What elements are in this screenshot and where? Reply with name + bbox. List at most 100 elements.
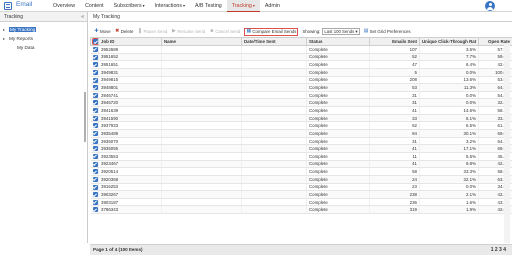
- table-row[interactable]: 3949831Complete50.0%100.0%: [91, 68, 512, 76]
- cancel-send-button[interactable]: ■Cancel Send: [209, 29, 240, 34]
- emails-sent-cell: 58: [370, 168, 420, 176]
- table-row[interactable]: 3941590Complete336.1%33.3%: [91, 114, 512, 122]
- table-row[interactable]: 3937933Complete626.5%61.3%: [91, 122, 512, 130]
- row-checkbox[interactable]: [91, 206, 99, 214]
- nav-item-admin[interactable]: Admin: [260, 0, 285, 12]
- row-checkbox[interactable]: [91, 68, 99, 76]
- col-status[interactable]: Status: [307, 38, 370, 46]
- pause-send-button[interactable]: ❚Pause Send: [137, 29, 167, 34]
- row-checkbox[interactable]: [91, 198, 99, 206]
- folder-tree: ▸My Tracking▸My ReportsMy Data: [0, 22, 87, 52]
- table-row[interactable]: 3903187Complete2361.6%43.2%: [91, 198, 512, 206]
- table-row[interactable]: 3951651Complete476.4%42.6%: [91, 61, 512, 69]
- col-job-id[interactable]: Job ID: [99, 38, 162, 46]
- row-checkbox[interactable]: [91, 61, 99, 69]
- row-checkbox[interactable]: [91, 137, 99, 145]
- delete-button[interactable]: ✖Delete: [115, 29, 134, 34]
- datetime-cell: [242, 137, 307, 145]
- emails-sent-cell: 52: [370, 53, 420, 61]
- table-scrollbar[interactable]: [504, 45, 510, 243]
- checkbox-icon: [93, 108, 98, 113]
- table-row[interactable]: 3952689Complete1073.6%57.9%: [91, 46, 512, 54]
- table-row[interactable]: 3951652Complete527.7%59.6%: [91, 53, 512, 61]
- row-checkbox[interactable]: [91, 91, 99, 99]
- table-row[interactable]: 3786343Complete3191.9%42.6%: [91, 206, 512, 214]
- table-row[interactable]: 3946720Complete310.0%32.3%: [91, 99, 512, 107]
- set-grid-preferences-button[interactable]: ▤Set Grid Preferences: [364, 29, 411, 34]
- table-row[interactable]: 3935055Complete4117.1%69.9%: [91, 145, 512, 153]
- nav-item-tracking[interactable]: Tracking▾: [227, 0, 260, 12]
- col-emails-sent[interactable]: Emails Sent: [370, 38, 420, 46]
- emails-sent-cell: 107: [370, 46, 420, 54]
- select-all-checkbox[interactable]: [91, 38, 99, 46]
- table-row[interactable]: 3935070Complete313.2%64.5%: [91, 137, 512, 145]
- table-row[interactable]: 3923553Complete115.5%45.4%: [91, 152, 512, 160]
- name-cell: [162, 61, 242, 69]
- tree-item-my-data[interactable]: My Data: [3, 43, 87, 52]
- nav-item-interactions[interactable]: Interactions▾: [150, 0, 190, 12]
- row-checkbox[interactable]: [91, 76, 99, 84]
- tree-item-my-tracking[interactable]: ▸My Tracking: [3, 25, 87, 34]
- table-row[interactable]: 3946741Complete310.0%54.8%: [91, 91, 512, 99]
- row-checkbox[interactable]: [91, 46, 99, 54]
- collapse-icon[interactable]: «: [81, 12, 84, 22]
- row-checkbox[interactable]: [91, 122, 99, 130]
- table-row[interactable]: 3948801Complete5311.3%64.5%: [91, 84, 512, 92]
- status-cell: Complete: [307, 168, 370, 176]
- table-row[interactable]: 3949815Complete20813.6%53.9%: [91, 76, 512, 84]
- checkbox-icon: [93, 177, 98, 182]
- checkbox-icon: [93, 131, 98, 136]
- job-id-cell: 3946720: [99, 99, 162, 107]
- compare-email-sends-button[interactable]: ▦Compare Email Sends: [244, 28, 298, 36]
- top-navigation-bar: Email OverviewContentSubscribers▾Interac…: [0, 0, 512, 12]
- datetime-cell: [242, 183, 307, 191]
- checkbox-icon: [93, 192, 98, 197]
- row-checkbox[interactable]: [91, 152, 99, 160]
- table-row[interactable]: 3920368Complete2432.1%63.1%: [91, 175, 512, 183]
- user-avatar-icon[interactable]: [485, 1, 495, 11]
- nav-item-content[interactable]: Content: [80, 0, 109, 12]
- row-checkbox[interactable]: [91, 99, 99, 107]
- table-row[interactable]: 3923467Complete419.8%42.4%: [91, 160, 512, 168]
- name-cell: [162, 191, 242, 199]
- emails-sent-cell: 31: [370, 137, 420, 145]
- nav-item-a-b-testing[interactable]: A/B Testing: [190, 0, 227, 12]
- app-title[interactable]: Email: [16, 1, 32, 8]
- datetime-cell: [242, 191, 307, 199]
- showing-select[interactable]: Last 100 Sends ▾: [322, 28, 359, 35]
- pagination[interactable]: 1 2 3 4: [491, 245, 506, 255]
- col-name[interactable]: Name: [162, 38, 242, 46]
- job-id-cell: 3903187: [99, 198, 162, 206]
- move-button[interactable]: ✚Move: [94, 29, 111, 34]
- nav-item-label: Tracking: [232, 3, 252, 9]
- sidebar-scrollbar[interactable]: [84, 92, 86, 142]
- col-ctr[interactable]: Unique Click-Through Rat: [420, 38, 479, 46]
- row-checkbox[interactable]: [91, 191, 99, 199]
- table-row[interactable]: 3916253Complete230.0%34.8%: [91, 183, 512, 191]
- name-cell: [162, 198, 242, 206]
- table-row[interactable]: 3941639Complete4114.6%58.1%: [91, 107, 512, 115]
- table-row[interactable]: 3903267Complete2382.1%42.3%: [91, 191, 512, 199]
- ctr-cell: 17.1%: [420, 145, 479, 153]
- nav-item-overview[interactable]: Overview: [48, 0, 80, 12]
- row-checkbox[interactable]: [91, 84, 99, 92]
- table-row[interactable]: 3920514Complete5833.3%58.6%: [91, 168, 512, 176]
- row-checkbox[interactable]: [91, 183, 99, 191]
- resume-send-button[interactable]: ▶Resume Send: [171, 29, 205, 34]
- row-checkbox[interactable]: [91, 107, 99, 115]
- nav-item-subscribers[interactable]: Subscribers▾: [109, 0, 150, 12]
- row-checkbox[interactable]: [91, 114, 99, 122]
- row-checkbox[interactable]: [91, 130, 99, 138]
- row-checkbox[interactable]: [91, 53, 99, 61]
- row-checkbox[interactable]: [91, 160, 99, 168]
- status-cell: Complete: [307, 99, 370, 107]
- row-checkbox[interactable]: [91, 175, 99, 183]
- datetime-cell: [242, 198, 307, 206]
- col-datetime[interactable]: Date/Time Sent: [242, 38, 307, 46]
- row-checkbox[interactable]: [91, 168, 99, 176]
- tree-item-my-reports[interactable]: ▸My Reports: [3, 34, 87, 43]
- row-checkbox[interactable]: [91, 145, 99, 153]
- delete-label: Delete: [121, 29, 134, 34]
- checkbox-icon: [93, 207, 98, 212]
- table-row[interactable]: 3935489Complete9430.1%69.0%: [91, 130, 512, 138]
